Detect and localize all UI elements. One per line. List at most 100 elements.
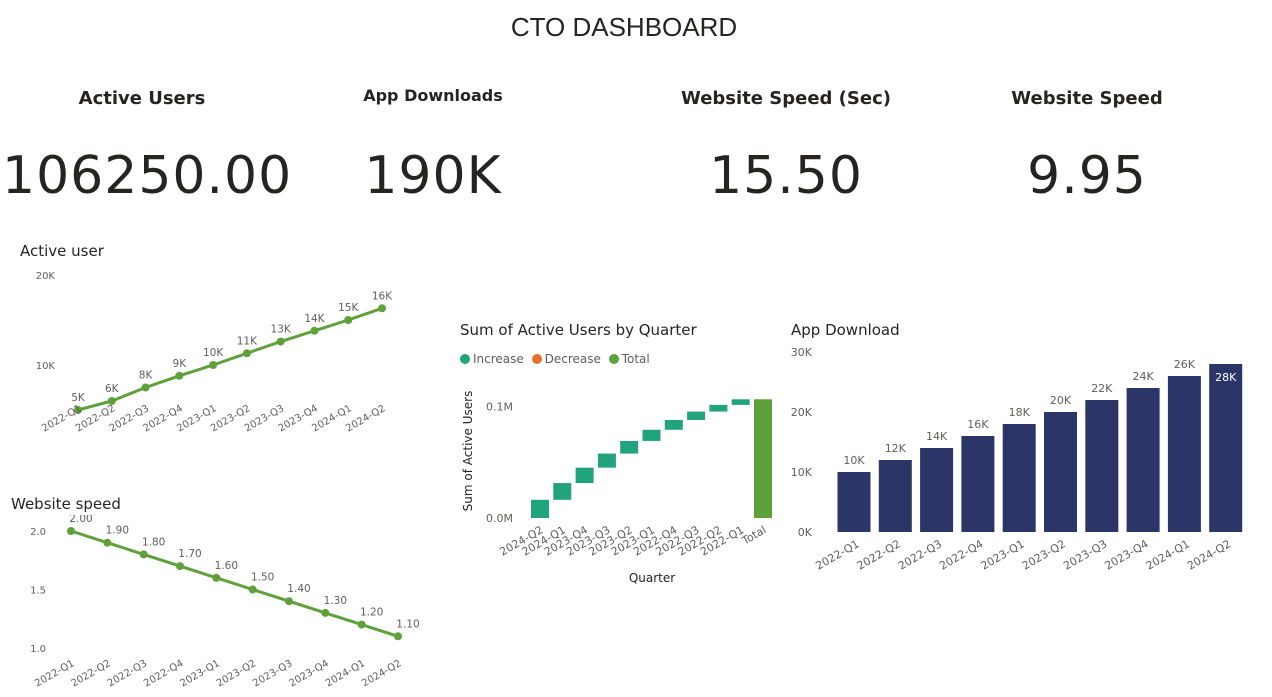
data-label: 1.40	[287, 583, 310, 595]
y-tick-label: 30K	[791, 346, 813, 359]
y-axis-title: Sum of Active Users	[461, 391, 475, 512]
kpi-active-users-value: 106250.00	[2, 146, 293, 206]
increase-bar	[531, 499, 549, 518]
data-point	[242, 349, 251, 358]
data-label: 14K	[926, 430, 948, 443]
app-download-chart: 0K 10K 20K 30K 10K 2022-Q1 12K 2022-Q2 14K 2022-Q…	[791, 346, 1243, 573]
data-label: 9K	[173, 358, 188, 370]
y-tick-label: 1.0	[30, 644, 46, 655]
x-tick-label: 2023-Q4	[1103, 537, 1151, 572]
increase-bar	[597, 453, 616, 468]
total-dot-icon	[608, 354, 619, 364]
data-label: 1.80	[142, 536, 165, 548]
x-tick-label: 2022-Q3	[106, 658, 149, 689]
data-label: 20K	[1050, 394, 1072, 407]
data-label: 2.00	[69, 515, 92, 525]
data-label: 12K	[885, 442, 907, 455]
decrease-dot-icon	[531, 354, 542, 364]
bar	[1167, 376, 1201, 532]
waterfall-chart-title: Sum of Active Users by Quarter	[460, 321, 697, 339]
data-label: 1.20	[360, 607, 383, 619]
kpi-app-downloads-label: App Downloads	[363, 86, 503, 105]
data-point	[141, 383, 150, 392]
bar	[1044, 412, 1077, 532]
x-tick-label: 2024-Q2	[360, 658, 403, 689]
increase-bar	[642, 429, 661, 441]
data-point	[248, 585, 257, 594]
data-label: 5K	[71, 392, 86, 404]
data-label: 8K	[139, 370, 154, 382]
increase-bar	[620, 440, 639, 454]
data-point	[67, 527, 75, 535]
increase-bar	[553, 483, 572, 500]
data-point	[321, 608, 330, 617]
website-speed-chart-title: Website speed	[11, 495, 121, 513]
data-label: 15K	[338, 302, 359, 314]
data-label: 11K	[237, 335, 258, 347]
kpi-app-downloads-value: 190K	[364, 146, 502, 206]
data-label: 16K	[967, 418, 989, 431]
data-point	[209, 361, 218, 369]
active-user-chart: 10K20K5K6K8K9K10K11K13K14K15K16K2022-Q12…	[36, 271, 394, 434]
y-tick-label: 0.1M	[486, 400, 513, 413]
x-axis-title: Quarter	[629, 571, 675, 585]
x-tick-label: 2022-Q2	[855, 537, 903, 572]
y-tick-label: 1.5	[30, 586, 46, 597]
x-tick-label: 2022-Q2	[70, 658, 113, 689]
bar	[1002, 424, 1036, 532]
kpi-active-users-label: Active Users	[78, 88, 206, 109]
data-point	[394, 632, 402, 641]
y-tick-label: 20K	[36, 271, 56, 282]
increase-bar	[575, 467, 594, 484]
x-tick-label: 2024-Q1	[1144, 537, 1192, 572]
y-tick-label: 10K	[36, 361, 56, 372]
bar	[961, 436, 995, 532]
x-tick-label: 2024-Q1	[324, 658, 367, 689]
x-tick-label: 2023-Q1	[179, 658, 222, 689]
bar	[1085, 400, 1119, 532]
data-point	[212, 573, 221, 582]
data-label: 6K	[105, 383, 120, 395]
data-label: 28K	[1215, 371, 1237, 384]
x-tick-label: 2022-Q1	[813, 537, 861, 572]
data-label: 18K	[1009, 406, 1031, 419]
data-point	[276, 337, 285, 346]
data-label: 1.90	[106, 525, 129, 537]
data-point	[310, 326, 319, 335]
data-point	[176, 562, 184, 571]
x-tick-label: 2023-Q1	[979, 537, 1027, 572]
legend-decrease[interactable]: Decrease	[531, 352, 601, 366]
y-tick-label: 2.0	[30, 527, 46, 538]
y-tick-label: 10K	[791, 466, 813, 479]
x-tick-label: 2023-Q2	[215, 658, 258, 689]
data-point	[378, 304, 386, 313]
x-tick-label: 2023-Q3	[1061, 537, 1109, 572]
data-label: 14K	[304, 313, 325, 325]
series-line	[77, 306, 383, 412]
data-label: 1.50	[251, 572, 274, 584]
y-tick-label: 20K	[791, 406, 813, 419]
data-label: 26K	[1174, 358, 1196, 371]
legend-increase[interactable]: Increase	[460, 352, 524, 366]
data-label: 10K	[843, 454, 865, 467]
bar	[1126, 388, 1160, 532]
bar	[1209, 364, 1243, 532]
increase-bar	[687, 411, 706, 420]
x-tick-label: 2022-Q3	[896, 537, 944, 572]
kpi-website-speed-value: 9.95	[1027, 146, 1147, 206]
data-point	[103, 538, 112, 547]
x-tick-label: 2022-Q1	[33, 658, 76, 689]
x-tick-label: 2023-Q2	[1020, 537, 1068, 572]
x-tick-label: Total	[739, 523, 769, 548]
x-tick-label: 2023-Q3	[251, 658, 294, 689]
data-label: 1.10	[396, 618, 419, 630]
total-bar	[754, 399, 772, 518]
data-point	[344, 316, 353, 324]
data-label: 1.70	[178, 548, 201, 560]
legend-total[interactable]: Total	[608, 352, 650, 366]
x-tick-label: 2022-Q4	[937, 537, 985, 572]
website-speed-chart: 1.0 1.5 2.0 2.00 1.90 1.80 1.70 1.60 1.50 1.40 1.3…	[30, 515, 420, 689]
series-line	[70, 529, 399, 638]
data-point	[285, 597, 293, 606]
data-label: 22K	[1091, 382, 1113, 395]
